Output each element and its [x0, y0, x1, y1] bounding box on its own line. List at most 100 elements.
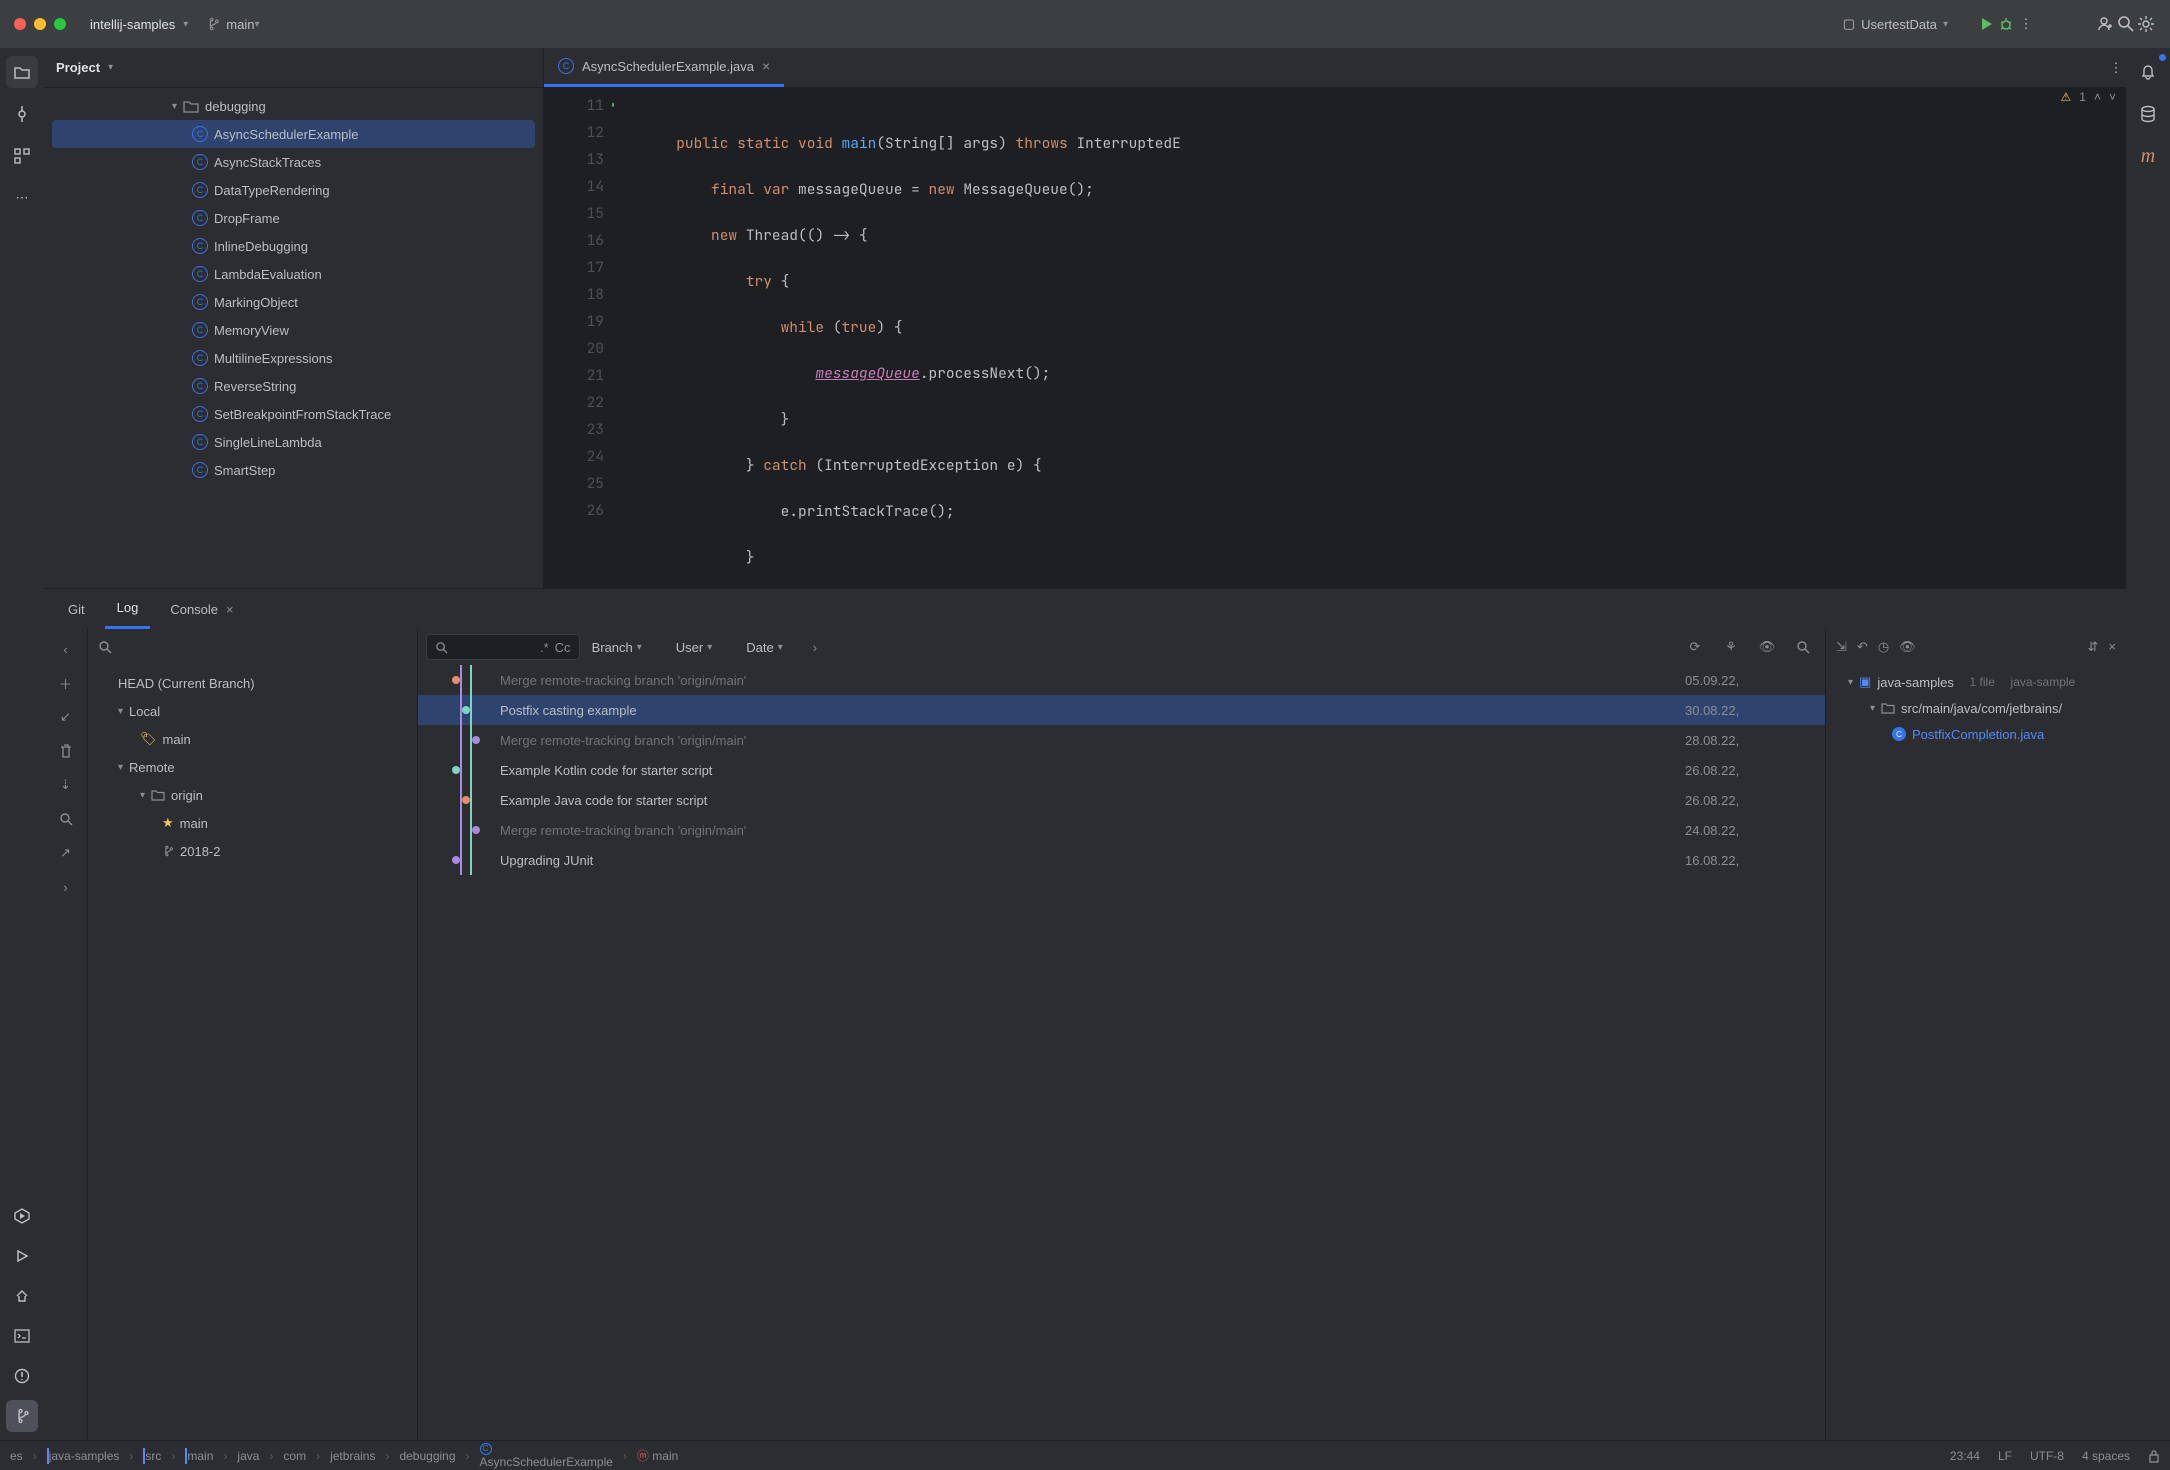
- status-encoding[interactable]: UTF-8: [2030, 1449, 2064, 1463]
- arrow-down-left-icon[interactable]: ↙: [52, 703, 80, 731]
- code-with-me-icon[interactable]: [2096, 14, 2116, 34]
- code-content[interactable]: ⚠ 1 ˄ ˅ public static void main(String[]…: [614, 88, 2126, 588]
- project-name[interactable]: intellij-samples: [90, 17, 175, 32]
- chevron-down-icon[interactable]: ▾: [183, 19, 188, 30]
- tree-folder[interactable]: ▾ debugging: [52, 92, 535, 120]
- back-icon[interactable]: ‹: [52, 635, 80, 663]
- gutter[interactable]: 11▸121314151617181920212223242526: [544, 88, 614, 588]
- status-indent[interactable]: 4 spaces: [2082, 1449, 2130, 1463]
- chevron-down-icon[interactable]: ▾: [108, 62, 113, 73]
- lock-icon[interactable]: [2148, 1449, 2160, 1463]
- graph-icon[interactable]: ↗: [52, 839, 80, 867]
- tree-class-item[interactable]: CMemoryView: [52, 316, 535, 344]
- build-button[interactable]: [6, 1280, 38, 1312]
- next-icon[interactable]: ˅: [2109, 90, 2116, 104]
- breadcrumb-item[interactable]: com: [283, 1449, 306, 1463]
- cherry-pick-icon[interactable]: ⚘: [1717, 633, 1745, 661]
- search-icon[interactable]: [98, 640, 112, 654]
- tree-class-item[interactable]: CSetBreakpointFromStackTrace: [52, 400, 535, 428]
- search-icon[interactable]: [52, 805, 80, 833]
- undo-icon[interactable]: ↶: [1857, 639, 1868, 655]
- maven-button[interactable]: m: [2132, 140, 2164, 172]
- code-editor[interactable]: 11▸121314151617181920212223242526 ⚠ 1 ˄ …: [544, 88, 2126, 588]
- more-actions-button[interactable]: ⋮: [2016, 14, 2036, 34]
- git-tab-log[interactable]: Log: [105, 589, 151, 629]
- breadcrumbs[interactable]: es› java-samples› src› main›java›com›jet…: [10, 1443, 678, 1469]
- changed-files-tree[interactable]: ▾▣java-samples 1 file java-sample ▾src/m…: [1826, 665, 2126, 751]
- minimize-window[interactable]: [34, 18, 46, 30]
- breadcrumb-item[interactable]: C AsyncSchedulerExample: [480, 1443, 613, 1469]
- commit-row[interactable]: Merge remote-tracking branch 'origin/mai…: [418, 725, 1825, 755]
- date-filter[interactable]: Date▾: [742, 640, 805, 655]
- tree-class-item[interactable]: CSmartStep: [52, 456, 535, 484]
- commit-row[interactable]: Upgrading JUnit16.08.22,: [418, 845, 1825, 875]
- project-tool-button[interactable]: [6, 56, 38, 88]
- regex-toggle[interactable]: .*: [540, 640, 549, 655]
- editor-tab[interactable]: C AsyncSchedulerExample.java ×: [544, 48, 784, 87]
- tree-class-item[interactable]: CDataTypeRendering: [52, 176, 535, 204]
- status-time[interactable]: 23:44: [1950, 1449, 1980, 1463]
- tree-class-item[interactable]: CAsyncStackTraces: [52, 148, 535, 176]
- tree-class-item[interactable]: CLambdaEvaluation: [52, 260, 535, 288]
- commit-row[interactable]: Example Java code for starter script26.0…: [418, 785, 1825, 815]
- preview-icon[interactable]: 👁: [1899, 639, 1916, 655]
- settings-icon[interactable]: [2136, 14, 2156, 34]
- tree-class-item[interactable]: CMultilineExpressions: [52, 344, 535, 372]
- refresh-icon[interactable]: ⟳: [1681, 633, 1709, 661]
- breadcrumb-item[interactable]: ⓜ main: [637, 1447, 678, 1464]
- branch-head[interactable]: HEAD (Current Branch): [96, 669, 409, 697]
- branch-tree[interactable]: HEAD (Current Branch) ▾Local 🏷main ▾Remo…: [88, 665, 417, 1440]
- project-tree[interactable]: ▾ debugging CAsyncSchedulerExampleCAsync…: [44, 88, 543, 588]
- commit-row[interactable]: Postfix casting example30.08.22,: [418, 695, 1825, 725]
- more-tools-button[interactable]: ⋯: [6, 182, 38, 214]
- run-tool-button[interactable]: [6, 1240, 38, 1272]
- git-tab-git[interactable]: Git: [56, 589, 97, 629]
- fetch-icon[interactable]: ⇣: [52, 771, 80, 799]
- breadcrumb-item[interactable]: src: [143, 1449, 161, 1463]
- run-config-selector[interactable]: ▢ UsertestData ▾: [1843, 16, 1966, 32]
- close-icon[interactable]: ×: [762, 58, 770, 74]
- debug-button[interactable]: [1996, 14, 2016, 34]
- branch-group-local[interactable]: ▾Local: [96, 697, 409, 725]
- commit-row[interactable]: Merge remote-tracking branch 'origin/mai…: [418, 815, 1825, 845]
- commit-row[interactable]: Example Kotlin code for starter script26…: [418, 755, 1825, 785]
- log-search-input[interactable]: .* Cc: [426, 634, 580, 660]
- prev-icon[interactable]: ˄: [2094, 90, 2101, 104]
- git-tool-button[interactable]: [6, 1400, 38, 1432]
- branch-local-main[interactable]: 🏷main: [96, 725, 409, 753]
- tree-class-item[interactable]: CSingleLineLambda: [52, 428, 535, 456]
- branch-name[interactable]: main: [226, 17, 254, 32]
- maximize-window[interactable]: [54, 18, 66, 30]
- next-filter-icon[interactable]: ›: [813, 640, 817, 655]
- terminal-button[interactable]: [6, 1320, 38, 1352]
- breadcrumb-item[interactable]: main: [185, 1449, 213, 1463]
- tree-class-item[interactable]: CMarkingObject: [52, 288, 535, 316]
- problems-button[interactable]: [6, 1360, 38, 1392]
- search-icon[interactable]: [2116, 14, 2136, 34]
- chevron-down-icon[interactable]: ▾: [254, 19, 259, 30]
- structure-tool-button[interactable]: [6, 140, 38, 172]
- search-icon[interactable]: [1789, 633, 1817, 661]
- commit-tool-button[interactable]: [6, 98, 38, 130]
- notifications-button[interactable]: [2132, 56, 2164, 88]
- database-button[interactable]: [2132, 98, 2164, 130]
- branch-origin-main[interactable]: ★main: [96, 809, 409, 837]
- close-icon[interactable]: ×: [226, 602, 234, 617]
- history-icon[interactable]: ◷: [1878, 639, 1889, 655]
- tree-class-item[interactable]: CAsyncSchedulerExample: [52, 120, 535, 148]
- breadcrumb-item[interactable]: es: [10, 1449, 23, 1463]
- match-case-toggle[interactable]: Cc: [555, 640, 571, 655]
- tree-class-item[interactable]: CInlineDebugging: [52, 232, 535, 260]
- expand-all-icon[interactable]: ⇵: [2088, 639, 2099, 655]
- expand-icon[interactable]: ›: [52, 873, 80, 901]
- add-icon[interactable]: ＋: [52, 669, 80, 697]
- delete-icon[interactable]: [52, 737, 80, 765]
- eye-icon[interactable]: 👁: [1753, 633, 1781, 661]
- breadcrumb-item[interactable]: java: [237, 1449, 259, 1463]
- tab-more-icon[interactable]: ⋮: [2106, 58, 2126, 78]
- git-tab-console[interactable]: Console ×: [158, 589, 245, 629]
- branch-origin[interactable]: ▾origin: [96, 781, 409, 809]
- close-window[interactable]: [14, 18, 26, 30]
- inspection-widget[interactable]: ⚠ 1 ˄ ˅: [2061, 90, 2116, 104]
- status-line-ending[interactable]: LF: [1998, 1449, 2012, 1463]
